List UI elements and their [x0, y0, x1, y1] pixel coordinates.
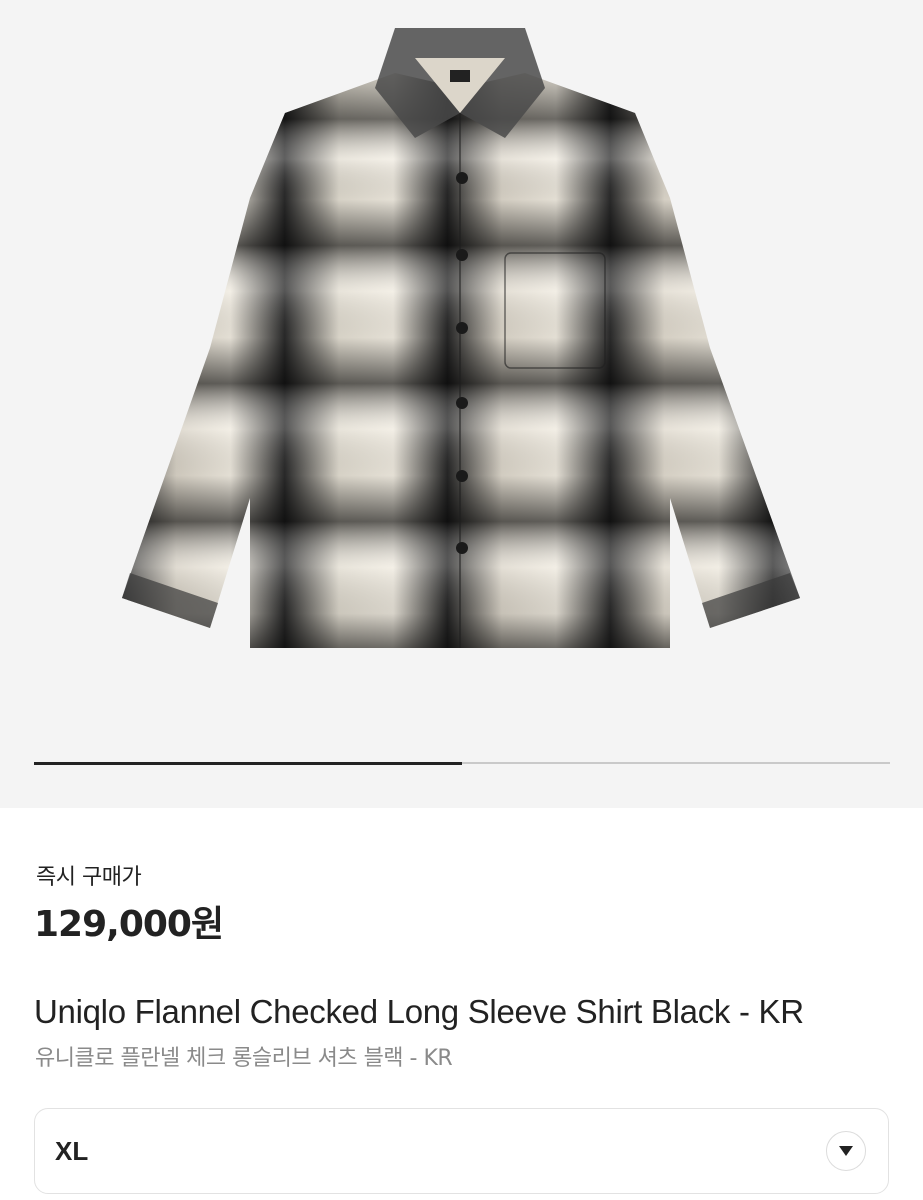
product-image[interactable] [110, 18, 810, 698]
size-dropdown-button[interactable] [826, 1131, 866, 1171]
image-progress-fill [34, 761, 462, 765]
product-title-en: Uniqlo Flannel Checked Long Sleeve Shirt… [34, 993, 804, 1030]
price-label: 즉시 구매가 [36, 865, 142, 890]
size-selector[interactable]: XL [34, 1108, 889, 1194]
chevron-down-icon [839, 1146, 853, 1156]
image-progress-track [34, 761, 890, 765]
selected-size: XL [55, 1135, 89, 1166]
price-value: 129,000원 [34, 904, 224, 945]
product-title-ko: 유니클로 플란넬 체크 롱슬리브 셔츠 블랙 - KR [35, 1046, 453, 1071]
product-image-gallery[interactable] [0, 0, 923, 808]
